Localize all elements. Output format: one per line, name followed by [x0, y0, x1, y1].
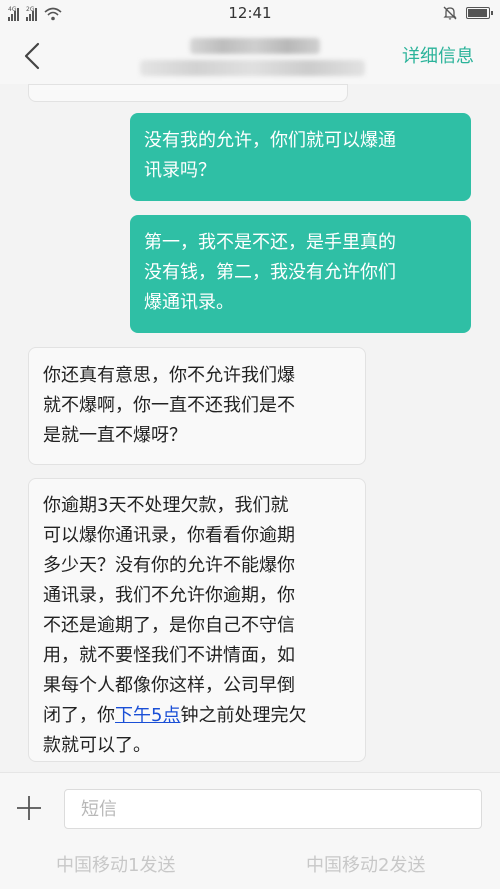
- message-bubble-incoming[interactable]: 你逾期3天不处理欠款，我们就 可以爆你通讯录，你看看你逾期 多少天？没有你的允许…: [28, 478, 366, 762]
- message-bubble-outgoing[interactable]: 没有我的允许，你们就可以爆通 讯录吗？: [130, 113, 471, 201]
- message-text: 果每个人都像你这样，公司早倒: [43, 675, 295, 696]
- message-text: 闭了，你下午5点钟之前处理完欠: [43, 701, 351, 731]
- message-text: 没有钱，第二，我没有允许你们: [144, 262, 396, 283]
- battery-icon: [466, 7, 493, 19]
- time-link[interactable]: 下午5点: [115, 705, 180, 726]
- message-bubble-outgoing[interactable]: 第一，我不是不还，是手里真的 没有钱，第二，我没有允许你们 爆通讯录。: [130, 215, 471, 333]
- message-text: 款就可以了。: [43, 735, 151, 756]
- chevron-left-icon[interactable]: [16, 38, 52, 74]
- message-bubble-incoming[interactable]: 你还真有意思，你不允许我们爆 就不爆啊，你一直不还我们是不 是就一直不爆呀？: [28, 347, 366, 465]
- plus-icon[interactable]: [14, 793, 44, 823]
- message-text: 不还是逾期了，是你自己不守信: [43, 615, 295, 636]
- message-text: 第一，我不是不还，是手里真的: [144, 232, 396, 253]
- message-text: 讯录吗？: [144, 160, 216, 181]
- previous-message-bubble: [28, 84, 348, 102]
- message-text: 你逾期3天不处理欠款，我们就: [43, 495, 289, 516]
- message-text: 爆通讯录。: [144, 292, 234, 313]
- message-text: 多少天？没有你的允许不能爆你: [43, 555, 295, 576]
- message-text-prefix: 闭了，你: [43, 705, 115, 726]
- message-text: 通讯录，我们不允许你逾期，你: [43, 585, 295, 606]
- message-text: 是就一直不爆呀？: [43, 425, 187, 446]
- send-sim1-button[interactable]: 中国移动1发送: [56, 851, 175, 877]
- conversation-header: 详细信息: [0, 28, 500, 84]
- message-text: 用，就不要怪我们不讲情面，如: [43, 645, 295, 666]
- sms-input[interactable]: [64, 789, 482, 829]
- composer: 中国移动1发送 中国移动2发送: [0, 772, 500, 889]
- message-text: 没有我的允许，你们就可以爆通: [144, 130, 396, 151]
- message-text: 可以爆你通讯录，你看看你逾期: [43, 525, 295, 546]
- contact-name-redacted: [140, 36, 365, 82]
- send-sim2-button[interactable]: 中国移动2发送: [306, 851, 425, 877]
- message-text: 你还真有意思，你不允许我们爆: [43, 365, 295, 386]
- status-time: 12:41: [228, 4, 272, 22]
- details-button[interactable]: 详细信息: [402, 42, 474, 68]
- battery-fill: [468, 9, 487, 17]
- mute-notification-icon: [443, 6, 457, 20]
- status-bar: 4G 2G 12:41: [0, 0, 500, 28]
- message-text-suffix: 钟之前处理完欠: [180, 705, 307, 726]
- message-text: 就不爆啊，你一直不还我们是不: [43, 395, 295, 416]
